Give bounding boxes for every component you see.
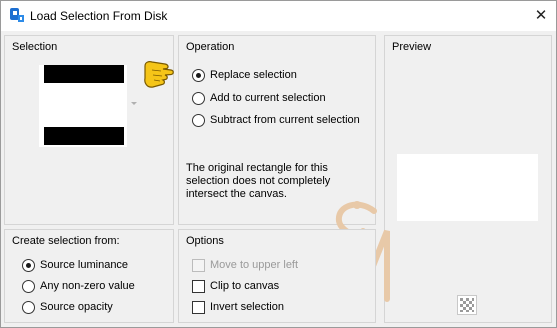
radio-label: Replace selection <box>210 69 297 81</box>
checkerboard-icon <box>458 296 476 314</box>
radio-indicator[interactable] <box>192 68 205 82</box>
radio-label: Add to current selection <box>210 92 326 104</box>
thumbnail-bottom-bar <box>44 127 124 145</box>
radio-add-to-selection[interactable]: Add to current selection <box>192 90 326 106</box>
radio-source-luminance[interactable]: Source luminance <box>22 257 128 273</box>
window-title: Load Selection From Disk <box>30 9 168 23</box>
radio-replace-selection[interactable]: Replace selection <box>192 67 297 83</box>
radio-indicator[interactable] <box>192 113 205 127</box>
checkbox-invert-selection[interactable]: Invert selection <box>192 299 284 315</box>
selection-thumbnail-dropdown[interactable] <box>39 65 127 147</box>
create-from-heading: Create selection from: <box>12 235 120 247</box>
checkbox-indicator[interactable] <box>192 300 205 314</box>
preview-canvas <box>397 154 538 221</box>
dropdown-arrow-icon[interactable] <box>131 102 137 105</box>
radio-label: Subtract from current selection <box>210 114 360 126</box>
options-heading: Options <box>186 235 224 247</box>
checkbox-label: Invert selection <box>210 301 284 313</box>
paintshop-app-icon <box>10 8 24 22</box>
checkbox-clip-to-canvas[interactable]: Clip to canvas <box>192 278 279 294</box>
radio-label: Source opacity <box>40 301 113 313</box>
preview-heading: Preview <box>392 41 432 53</box>
radio-label: Any non-zero value <box>40 280 135 292</box>
radio-indicator[interactable] <box>192 91 205 105</box>
radio-label: Source luminance <box>40 259 129 271</box>
checkbox-label: Move to upper left <box>210 259 299 271</box>
operation-heading: Operation <box>186 41 235 53</box>
title-bar: Load Selection From Disk ✕ <box>1 1 556 31</box>
checkerboard-toggle-button[interactable] <box>457 295 477 315</box>
checkbox-move-to-upper-left: Move to upper left <box>192 257 298 273</box>
radio-indicator[interactable] <box>22 258 35 272</box>
radio-indicator[interactable] <box>22 300 35 314</box>
dialog-window: Load Selection From Disk ✕ Selection Ope… <box>0 0 557 328</box>
close-icon: ✕ <box>534 7 548 24</box>
radio-indicator[interactable] <box>22 279 35 293</box>
selection-heading: Selection <box>12 41 58 53</box>
pointing-hand-icon <box>144 61 174 88</box>
radio-any-non-zero-value[interactable]: Any non-zero value <box>22 278 135 294</box>
close-button[interactable]: ✕ <box>532 7 550 25</box>
checkbox-label: Clip to canvas <box>210 280 280 292</box>
thumbnail-top-bar <box>44 65 124 83</box>
checkbox-indicator <box>192 258 205 272</box>
radio-subtract-from-selection[interactable]: Subtract from current selection <box>192 112 360 128</box>
checkbox-indicator[interactable] <box>192 279 205 293</box>
radio-source-opacity[interactable]: Source opacity <box>22 299 113 315</box>
